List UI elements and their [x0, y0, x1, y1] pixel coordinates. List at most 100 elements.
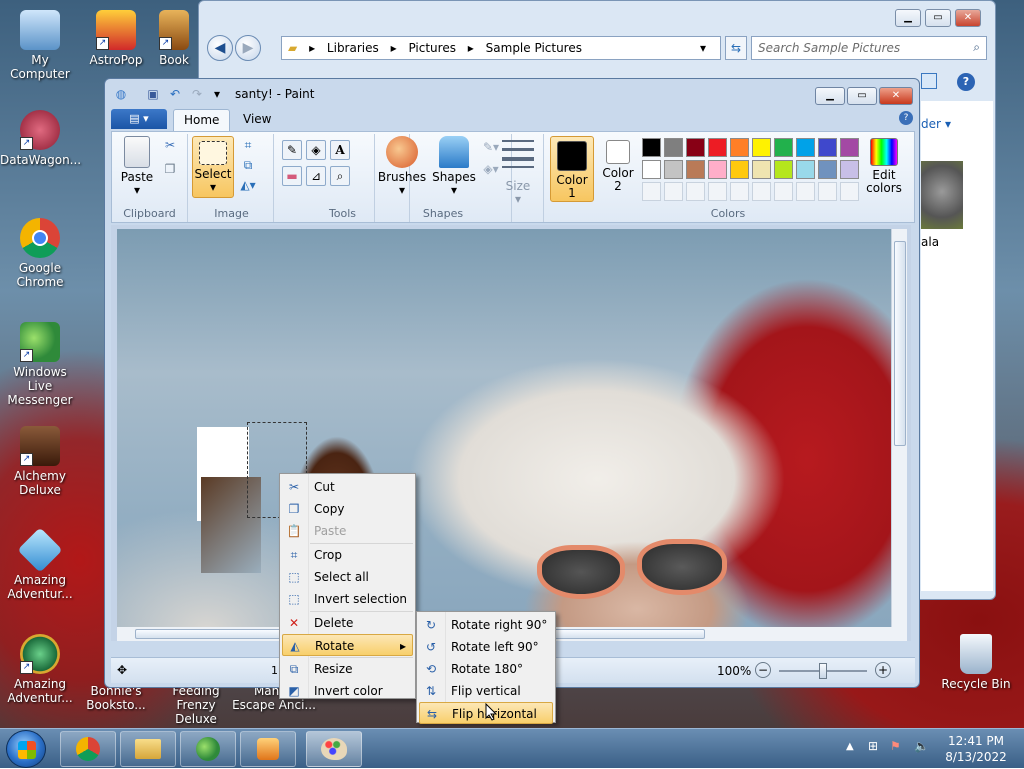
desktop-icon-bonnies-bookstore[interactable]: Bonnie's Booksto... [76, 684, 156, 712]
palette-swatch[interactable] [752, 160, 771, 179]
search-input[interactable]: Search Sample Pictures ⌕ [751, 36, 987, 60]
crop-icon[interactable]: ⌗ [238, 136, 258, 156]
refresh-button[interactable]: ⇆ [725, 36, 747, 60]
explorer-maximize-button[interactable]: ▭ [925, 9, 951, 27]
tab-home[interactable]: Home [173, 109, 231, 131]
menu-item-cut[interactable]: ✂ Cut [282, 476, 413, 498]
desktop-icon-amazing-adventures-1[interactable]: Amazing Adventur... [0, 527, 80, 601]
desktop-icon-google-chrome[interactable]: Google Chrome [0, 218, 80, 289]
palette-swatch[interactable] [840, 138, 859, 157]
palette-swatch[interactable] [796, 138, 815, 157]
desktop-icon-recycle-bin[interactable]: Recycle Bin [936, 634, 1016, 691]
palette-swatch[interactable] [642, 160, 661, 179]
desktop-icon-alchemy-deluxe[interactable]: ↗ Alchemy Deluxe [0, 426, 80, 497]
rotate-icon[interactable]: ◭▾ [238, 176, 258, 196]
palette-swatch[interactable] [642, 182, 661, 201]
palette-swatch[interactable] [708, 138, 727, 157]
desktop-icon-book[interactable]: ↗ Book [150, 10, 198, 67]
palette-swatch[interactable] [774, 182, 793, 201]
resize-icon[interactable]: ⧉ [238, 156, 258, 176]
start-button[interactable] [6, 730, 46, 768]
zoom-slider[interactable] [779, 663, 867, 679]
taskbar-paint-button[interactable] [306, 731, 362, 767]
breadcrumb-sample-pictures[interactable]: Sample Pictures [486, 41, 582, 55]
palette-swatch[interactable] [774, 138, 793, 157]
zoom-out-button[interactable]: − [755, 662, 771, 678]
image-canvas[interactable] [117, 229, 897, 639]
breadcrumb-pictures[interactable]: Pictures [408, 41, 456, 55]
taskbar-explorer-button[interactable] [120, 731, 176, 767]
taskbar-media-player-button[interactable] [240, 731, 296, 767]
palette-swatch[interactable] [664, 138, 683, 157]
shapes-button[interactable]: Shapes ▾ [431, 136, 477, 197]
breadcrumb-libraries[interactable]: Libraries [327, 41, 379, 55]
vertical-scrollbar[interactable] [891, 229, 907, 639]
paint-close-button[interactable]: ✕ [879, 87, 913, 105]
text-icon[interactable]: A [330, 140, 350, 160]
menu-item-resize[interactable]: ⧉ Resize [282, 658, 413, 680]
desktop-icon-feeding-frenzy[interactable]: Feeding Frenzy Deluxe [156, 684, 236, 726]
address-bar[interactable]: ▰ ▸ Libraries ▸ Pictures ▸ Sample Pictur… [281, 36, 721, 60]
show-hidden-icons-icon[interactable]: ▲ [846, 741, 854, 752]
brushes-button[interactable]: Brushes ▾ [377, 136, 427, 197]
eraser-icon[interactable]: ▬ [282, 166, 302, 186]
palette-swatch[interactable] [708, 182, 727, 201]
palette-swatch[interactable] [796, 182, 815, 201]
palette-swatch[interactable] [840, 182, 859, 201]
zoom-slider-thumb[interactable] [819, 663, 827, 679]
paint-minimize-button[interactable]: ▁ [815, 87, 845, 105]
palette-swatch[interactable] [818, 138, 837, 157]
palette-swatch[interactable] [664, 182, 683, 201]
menu-item-rotate-180[interactable]: ⟲ Rotate 180° [419, 658, 553, 680]
paint-maximize-button[interactable]: ▭ [847, 87, 877, 105]
palette-swatch[interactable] [840, 160, 859, 179]
menu-item-rotate-left-90[interactable]: ↺ Rotate left 90° [419, 636, 553, 658]
paint-menu-button[interactable]: ▤ ▾ [111, 109, 167, 129]
forward-button[interactable]: ▶ [235, 35, 261, 61]
desktop-icon-astropop[interactable]: ↗ AstroPop [76, 10, 156, 67]
size-button[interactable]: Size ▾ [500, 140, 536, 206]
palette-swatch[interactable] [730, 138, 749, 157]
desktop-icon-datawagon[interactable]: ↗ DataWagon... [0, 110, 81, 167]
back-button[interactable]: ◀ [207, 35, 233, 61]
koala-thumbnail[interactable] [921, 161, 963, 229]
paste-button[interactable]: Paste ▾ [118, 136, 156, 197]
help-icon[interactable]: ? [899, 111, 913, 125]
palette-swatch[interactable] [664, 160, 683, 179]
color-picker-icon[interactable]: ⊿ [306, 166, 326, 186]
menu-item-select-all[interactable]: ⬚ Select all [282, 566, 413, 588]
menu-item-crop[interactable]: ⌗ Crop [282, 544, 413, 566]
taskbar-chrome-button[interactable] [60, 731, 116, 767]
menu-item-delete[interactable]: ✕ Delete [282, 612, 413, 634]
explorer-minimize-button[interactable]: ▁ [895, 9, 921, 27]
menu-item-rotate[interactable]: ◭ Rotate ▸ [282, 634, 413, 656]
customize-qat-icon[interactable]: ▾ [209, 86, 225, 102]
palette-swatch[interactable] [730, 160, 749, 179]
help-icon[interactable]: ? [957, 73, 975, 91]
menu-item-copy[interactable]: ❐ Copy [282, 498, 413, 520]
palette-swatch[interactable] [686, 138, 705, 157]
select-button[interactable]: Select ▾ [192, 136, 234, 198]
cut-icon[interactable]: ✂ [160, 136, 180, 156]
arrange-by-label[interactable]: der [921, 117, 941, 131]
redo-icon[interactable]: ↷ [189, 86, 205, 102]
tab-view[interactable]: View [233, 109, 281, 131]
color2-button[interactable]: Color 2 [598, 140, 638, 193]
menu-item-rotate-right-90[interactable]: ↻ Rotate right 90° [419, 614, 553, 636]
paint-window[interactable]: ◍ ▣ ↶ ↷ ▾ santy! - Paint ▁ ▭ ✕ ▤ ▾ Home … [104, 78, 920, 688]
network-icon[interactable]: ⊞ [868, 739, 878, 753]
action-center-icon[interactable]: ⚑ [890, 739, 901, 753]
menu-item-invert-color[interactable]: ◩ Invert color [282, 680, 413, 702]
palette-swatch[interactable] [730, 182, 749, 201]
palette-swatch[interactable] [818, 182, 837, 201]
palette-swatch[interactable] [686, 182, 705, 201]
chevron-down-icon[interactable]: ▾ [700, 41, 706, 55]
palette-swatch[interactable] [796, 160, 815, 179]
palette-swatch[interactable] [752, 138, 771, 157]
desktop-icon-windows-live-messenger[interactable]: ↗ Windows Live Messenger [0, 322, 80, 407]
paint-app-icon[interactable]: ◍ [113, 86, 129, 102]
palette-swatch[interactable] [642, 138, 661, 157]
magnifier-icon[interactable]: ⌕ [330, 166, 350, 186]
vertical-scroll-thumb[interactable] [894, 241, 906, 446]
clock[interactable]: 12:41 PM 8/13/2022 [940, 733, 1012, 765]
